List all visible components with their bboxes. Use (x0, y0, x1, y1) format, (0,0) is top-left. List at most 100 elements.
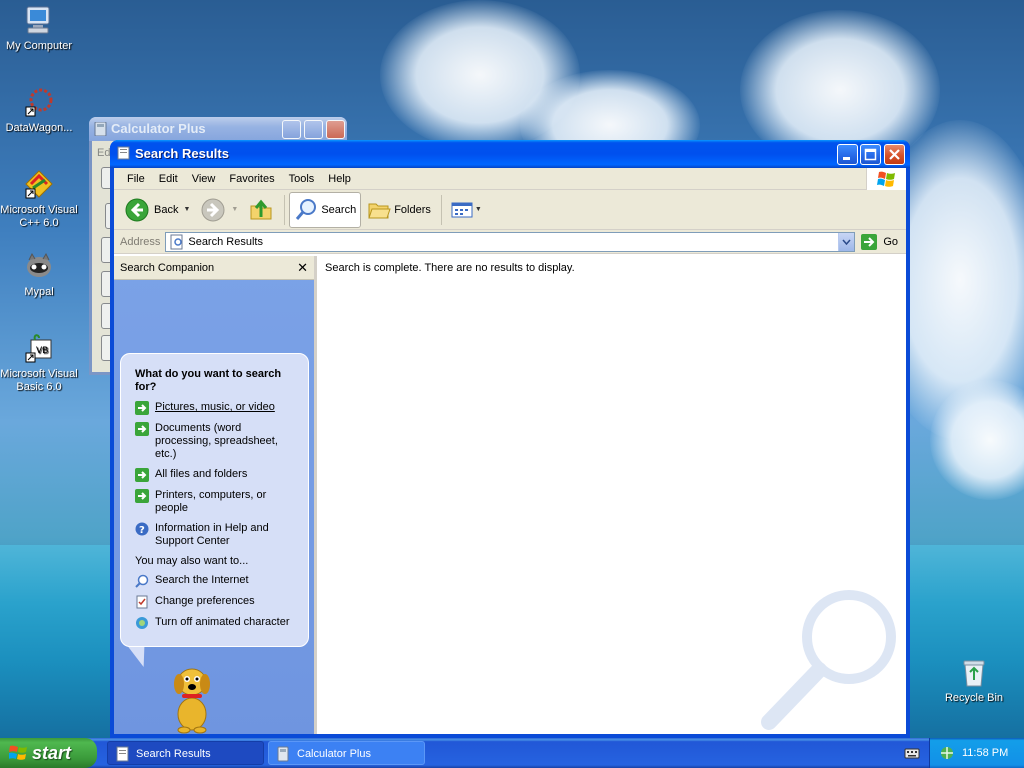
keyboard-icon[interactable] (904, 746, 920, 760)
address-dropdown-button[interactable] (838, 232, 855, 251)
svg-text:VB: VB (36, 346, 48, 356)
maximize-icon (864, 148, 877, 161)
menu-tools[interactable]: Tools (282, 173, 322, 185)
search-window-icon (116, 746, 129, 762)
menu-bar: File Edit View Favorites Tools Help (114, 168, 906, 190)
network-icon[interactable] (939, 745, 955, 761)
desktop-icon-label: DataWagon... (5, 122, 73, 134)
option-turn-off-character[interactable]: Turn off animated character (135, 616, 296, 630)
up-folder-button[interactable] (244, 192, 278, 228)
desktop-icon-datawagon[interactable]: DataWagon... (0, 86, 78, 135)
my-computer-icon (26, 6, 50, 34)
option-label: Change preferences (155, 595, 255, 607)
option-label: Information in Help and Support Center (155, 522, 269, 547)
search-results-icon (170, 234, 183, 249)
option-change-preferences[interactable]: Change preferences (135, 595, 296, 609)
chevron-down-icon (842, 239, 851, 245)
close-button[interactable] (884, 144, 905, 165)
calc-maximize-button[interactable] (304, 120, 323, 139)
menu-help[interactable]: Help (321, 173, 358, 185)
forward-button[interactable]: ▼ (196, 192, 242, 228)
green-arrow-icon (135, 422, 149, 436)
window-title: Search Results (135, 146, 229, 161)
search-companion-pane: Search Companion ✕ What do you want to s… (114, 256, 317, 734)
datawagon-icon (25, 88, 53, 117)
windows-flag-icon (9, 745, 27, 760)
option-help-and-support[interactable]: ? Information in Help and Support Center (135, 522, 296, 548)
also-want-label: You may also want to... (135, 555, 249, 567)
option-printers-computers-people[interactable]: Printers, computers, or people (135, 489, 296, 515)
content-area: Search Companion ✕ What do you want to s… (114, 256, 906, 734)
taskbar-item-label: Calculator Plus (297, 748, 371, 760)
desktop-icon-mypal[interactable]: Mypal (0, 250, 78, 299)
desktop-icon-label: Microsoft Visual C++ 6.0 (0, 204, 78, 229)
window-titlebar[interactable]: Search Results (110, 140, 910, 168)
clock[interactable]: 11:58 PM (962, 747, 1008, 759)
option-label: Printers, computers, or people (155, 489, 267, 514)
calc-close-button[interactable] (326, 120, 345, 139)
desktop-icon-recycle-bin[interactable]: Recycle Bin (935, 656, 1013, 705)
calculator-icon (277, 746, 289, 762)
go-button[interactable]: Go (860, 233, 902, 251)
search-button[interactable]: Search (289, 191, 362, 228)
views-button[interactable]: ▼ (446, 192, 486, 228)
option-label: Pictures, music, or video (155, 401, 275, 413)
preferences-icon (136, 595, 148, 609)
back-button[interactable]: Back ▼ (120, 192, 194, 228)
search-question: What do you want to search for? (135, 368, 282, 393)
taskbar-item-search-results[interactable]: Search Results (107, 741, 264, 765)
close-icon (889, 149, 900, 160)
menu-file[interactable]: File (120, 173, 152, 185)
option-all-files-and-folders[interactable]: All files and folders (135, 468, 296, 482)
menu-favorites[interactable]: Favorites (222, 173, 281, 185)
search-dog-icon[interactable] (162, 662, 222, 734)
back-label: Back (154, 203, 179, 216)
start-button[interactable]: start (0, 738, 97, 768)
svg-text:?: ? (139, 525, 145, 536)
search-internet-icon (135, 574, 149, 588)
desktop-icon-visual-basic[interactable]: VB Microsoft Visual Basic 6.0 (0, 332, 78, 394)
menu-edit[interactable]: Edit (152, 173, 185, 185)
back-dropdown-icon[interactable]: ▼ (183, 206, 190, 213)
folders-button[interactable]: Folders (363, 192, 435, 228)
results-pane[interactable]: Search is complete. There are no results… (320, 256, 906, 734)
search-label: Search (321, 203, 357, 216)
go-arrow-icon (861, 233, 878, 250)
go-label: Go (883, 235, 898, 248)
minimize-icon (843, 157, 850, 160)
search-icon (296, 198, 317, 220)
option-label: Documents (word processing, spreadsheet,… (155, 422, 278, 460)
calculator-plus-titlebar[interactable]: Calculator Plus (89, 117, 347, 141)
address-label: Address (120, 235, 161, 248)
window-client-area: File Edit View Favorites Tools Help Back… (114, 168, 906, 734)
option-label: All files and folders (155, 468, 248, 480)
forward-dropdown-icon[interactable]: ▼ (231, 206, 238, 213)
system-tray: 11:58 PM (929, 738, 1024, 768)
maximize-button[interactable] (860, 144, 881, 165)
back-arrow-icon (125, 198, 149, 221)
desktop-icon-my-computer[interactable]: My Computer (0, 4, 78, 53)
search-results-window[interactable]: Search Results File Edit View Favorites … (110, 140, 910, 738)
option-label: Search the Internet (155, 574, 249, 586)
views-icon (451, 202, 473, 217)
search-options-panel: What do you want to search for? Pictures… (120, 353, 309, 647)
address-bar: Address Search Results Go (114, 230, 906, 254)
toolbar-separator (284, 194, 286, 225)
menu-view[interactable]: View (185, 173, 223, 185)
views-dropdown-icon[interactable]: ▼ (475, 206, 482, 213)
taskbar-item-calculator-plus[interactable]: Calculator Plus (268, 741, 425, 765)
visual-cpp-icon (25, 170, 53, 199)
option-documents[interactable]: Documents (word processing, spreadsheet,… (135, 422, 296, 461)
close-pane-icon[interactable]: ✕ (297, 256, 308, 280)
minimize-button[interactable] (837, 144, 858, 165)
option-search-internet[interactable]: Search the Internet (135, 574, 296, 588)
calc-minimize-button[interactable] (282, 120, 301, 139)
folders-label: Folders (394, 203, 431, 216)
desktop-icon-label: My Computer (5, 40, 73, 52)
option-pictures-music-video[interactable]: Pictures, music, or video (135, 401, 296, 415)
desktop-icon-visual-cpp[interactable]: Microsoft Visual C++ 6.0 (0, 168, 78, 230)
folders-icon (368, 203, 391, 218)
green-arrow-icon (135, 489, 149, 503)
magnifier-watermark-icon (761, 590, 896, 730)
address-field[interactable]: Search Results (165, 231, 856, 252)
